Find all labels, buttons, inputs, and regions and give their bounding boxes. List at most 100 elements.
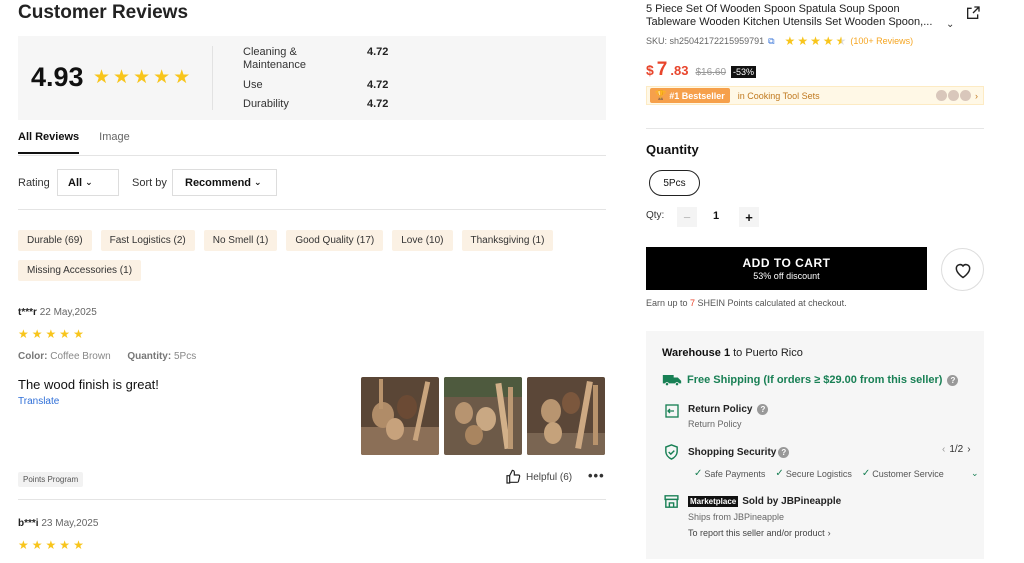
tag-missing-accessories[interactable]: Missing Accessories (1) xyxy=(18,260,142,281)
discount-badge: -53% xyxy=(731,66,757,78)
review-username: b***i xyxy=(18,518,39,529)
shopping-security-title[interactable]: Shopping Security ? xyxy=(688,447,790,458)
star-icon: ★ xyxy=(18,538,30,552)
security-item: ✓ Safe Payments xyxy=(694,468,765,479)
thumbs-up-icon xyxy=(506,469,521,484)
bestseller-pill: 🏆 #1 Bestseller xyxy=(650,88,730,103)
review-stars: ★ ★ ★ ★ ★ xyxy=(18,538,85,552)
help-icon[interactable]: ? xyxy=(757,404,769,415)
price-cents: .83 xyxy=(670,63,689,78)
warehouse-title[interactable]: Warehouse 1 to Puerto Rico xyxy=(662,347,803,359)
price-row: $ 7.83 $16.60 -53% xyxy=(646,59,757,81)
star-icon: ★ xyxy=(31,327,44,341)
review-tags: Durable (69) Fast Logistics (2) No Smell… xyxy=(18,230,578,281)
translate-link[interactable]: Translate xyxy=(18,396,59,407)
check-icon: ✓ xyxy=(775,468,784,479)
review-author: t***r 22 May,2025 xyxy=(18,307,97,318)
chevron-down-icon: ⌄ xyxy=(85,177,93,187)
star-icon: ★ xyxy=(59,538,72,552)
rating-filter-value: All xyxy=(68,176,83,189)
share-icon[interactable] xyxy=(965,5,981,21)
ships-from: Ships from JBPineapple xyxy=(688,512,785,522)
quantity-value: 5Pcs xyxy=(173,351,197,362)
store-icon xyxy=(663,493,681,511)
reviews-count-link[interactable]: (100+ Reviews) xyxy=(850,36,913,46)
rating-filter-select[interactable]: All ⌄ xyxy=(57,169,119,196)
star-icon: ★ xyxy=(133,67,152,88)
bestseller-bar[interactable]: 🏆 #1 Bestseller in Cooking Tool Sets › xyxy=(646,86,984,105)
option-5pcs[interactable]: 5Pcs xyxy=(649,170,700,196)
earn-prefix: Earn up to xyxy=(646,298,691,308)
warehouse-box xyxy=(646,331,984,559)
tab-all-reviews[interactable]: All Reviews xyxy=(18,131,80,154)
report-text: To report this seller and/or product xyxy=(688,528,825,538)
help-icon[interactable]: ? xyxy=(778,447,790,458)
return-policy-title[interactable]: Return Policy ? xyxy=(688,404,769,415)
tag-fast-logistics[interactable]: Fast Logistics (2) xyxy=(100,230,195,251)
tag-durable[interactable]: Durable (69) xyxy=(18,230,92,251)
star-icon: ★ xyxy=(31,538,44,552)
sort-select[interactable]: Recommend ⌄ xyxy=(172,169,277,196)
color-value: Coffee Brown xyxy=(50,351,111,362)
tag-love[interactable]: Love (10) xyxy=(392,230,453,251)
metric-value-cleaning: 4.72 xyxy=(367,46,389,58)
free-shipping-row[interactable]: Free Shipping (If orders ≥ $29.00 from t… xyxy=(662,373,959,387)
review-photo[interactable] xyxy=(361,377,439,455)
review-photo[interactable] xyxy=(527,377,605,455)
wishlist-button[interactable] xyxy=(941,248,984,291)
quantity-label: Quantity: xyxy=(127,351,172,362)
qty-label: Qty: xyxy=(646,210,665,221)
star-icon: ★ xyxy=(113,67,132,88)
add-to-cart-button[interactable]: ADD TO CART 53% off discount xyxy=(646,247,927,290)
price-old: $16.60 xyxy=(695,67,727,78)
trophy-icon: 🏆 xyxy=(655,90,667,100)
star-icon: ★ xyxy=(153,67,172,88)
chevron-down-icon[interactable]: ⌄ xyxy=(946,19,954,30)
free-shipping-text: Free Shipping (If orders ≥ $29.00 from t… xyxy=(687,374,943,386)
points-program-badge: Points Program xyxy=(18,472,84,487)
tag-no-smell[interactable]: No Smell (1) xyxy=(203,230,278,251)
rating-filter-label: Rating xyxy=(18,177,50,189)
color-label: Color: xyxy=(18,351,48,362)
review-photo[interactable] xyxy=(444,377,522,455)
qty-minus-button[interactable]: − xyxy=(677,207,697,227)
qty-plus-button[interactable]: + xyxy=(739,207,759,227)
security-pager: ‹ 1/2 › xyxy=(942,444,971,455)
tag-thanksgiving[interactable]: Thanksgiving (1) xyxy=(461,230,554,251)
star-icon: ★ xyxy=(18,327,30,341)
copy-icon[interactable]: ⧉ xyxy=(768,36,774,47)
review-text: The wood finish is great! xyxy=(18,377,159,392)
overall-stars: ★ ★ ★ ★ ★ xyxy=(93,66,191,89)
review-tabs: All Reviews Image xyxy=(18,131,130,154)
chevron-right-icon: › xyxy=(975,90,978,101)
chevron-left-icon[interactable]: ‹ xyxy=(942,444,945,455)
qty-value[interactable]: 1 xyxy=(713,210,719,222)
check-icon: ✓ xyxy=(861,468,871,479)
divider xyxy=(212,46,213,110)
tag-good-quality[interactable]: Good Quality (17) xyxy=(286,230,384,251)
chevron-right-icon[interactable]: › xyxy=(967,444,970,455)
helpful-button[interactable]: Helpful (6) xyxy=(505,469,572,485)
bestseller-category: in Cooking Tool Sets xyxy=(737,90,820,101)
star-icon: ★ xyxy=(59,327,72,341)
star-icon: ★ xyxy=(93,67,112,88)
help-icon[interactable]: ? xyxy=(947,374,959,386)
sort-value: Recommend xyxy=(185,176,252,189)
bestseller-label: #1 Bestseller xyxy=(669,90,725,101)
star-icon: ★ xyxy=(73,327,85,341)
bestseller-thumbnails xyxy=(936,90,971,101)
review-date: 22 May,2025 xyxy=(39,307,97,318)
star-icon: ★ xyxy=(797,34,809,48)
price-main: 7 xyxy=(656,59,668,80)
more-options-icon[interactable]: ••• xyxy=(588,468,605,483)
metric-label-cleaning: Cleaning & Maintenance xyxy=(243,46,306,71)
tab-image[interactable]: Image xyxy=(99,131,130,154)
seller-name: Sold by JBPineapple xyxy=(742,496,842,507)
shopping-security-label: Shopping Security xyxy=(688,447,777,458)
star-icon: ★ xyxy=(45,538,58,552)
marketplace-badge: Marketplace xyxy=(688,496,739,507)
report-link[interactable]: To report this seller and/or product › xyxy=(688,528,831,538)
seller-row[interactable]: Marketplace Sold by JBPineapple xyxy=(688,496,841,507)
security-item: ✓ Secure Logistics xyxy=(775,468,851,479)
chevron-down-icon[interactable]: ⌄ xyxy=(971,468,979,479)
